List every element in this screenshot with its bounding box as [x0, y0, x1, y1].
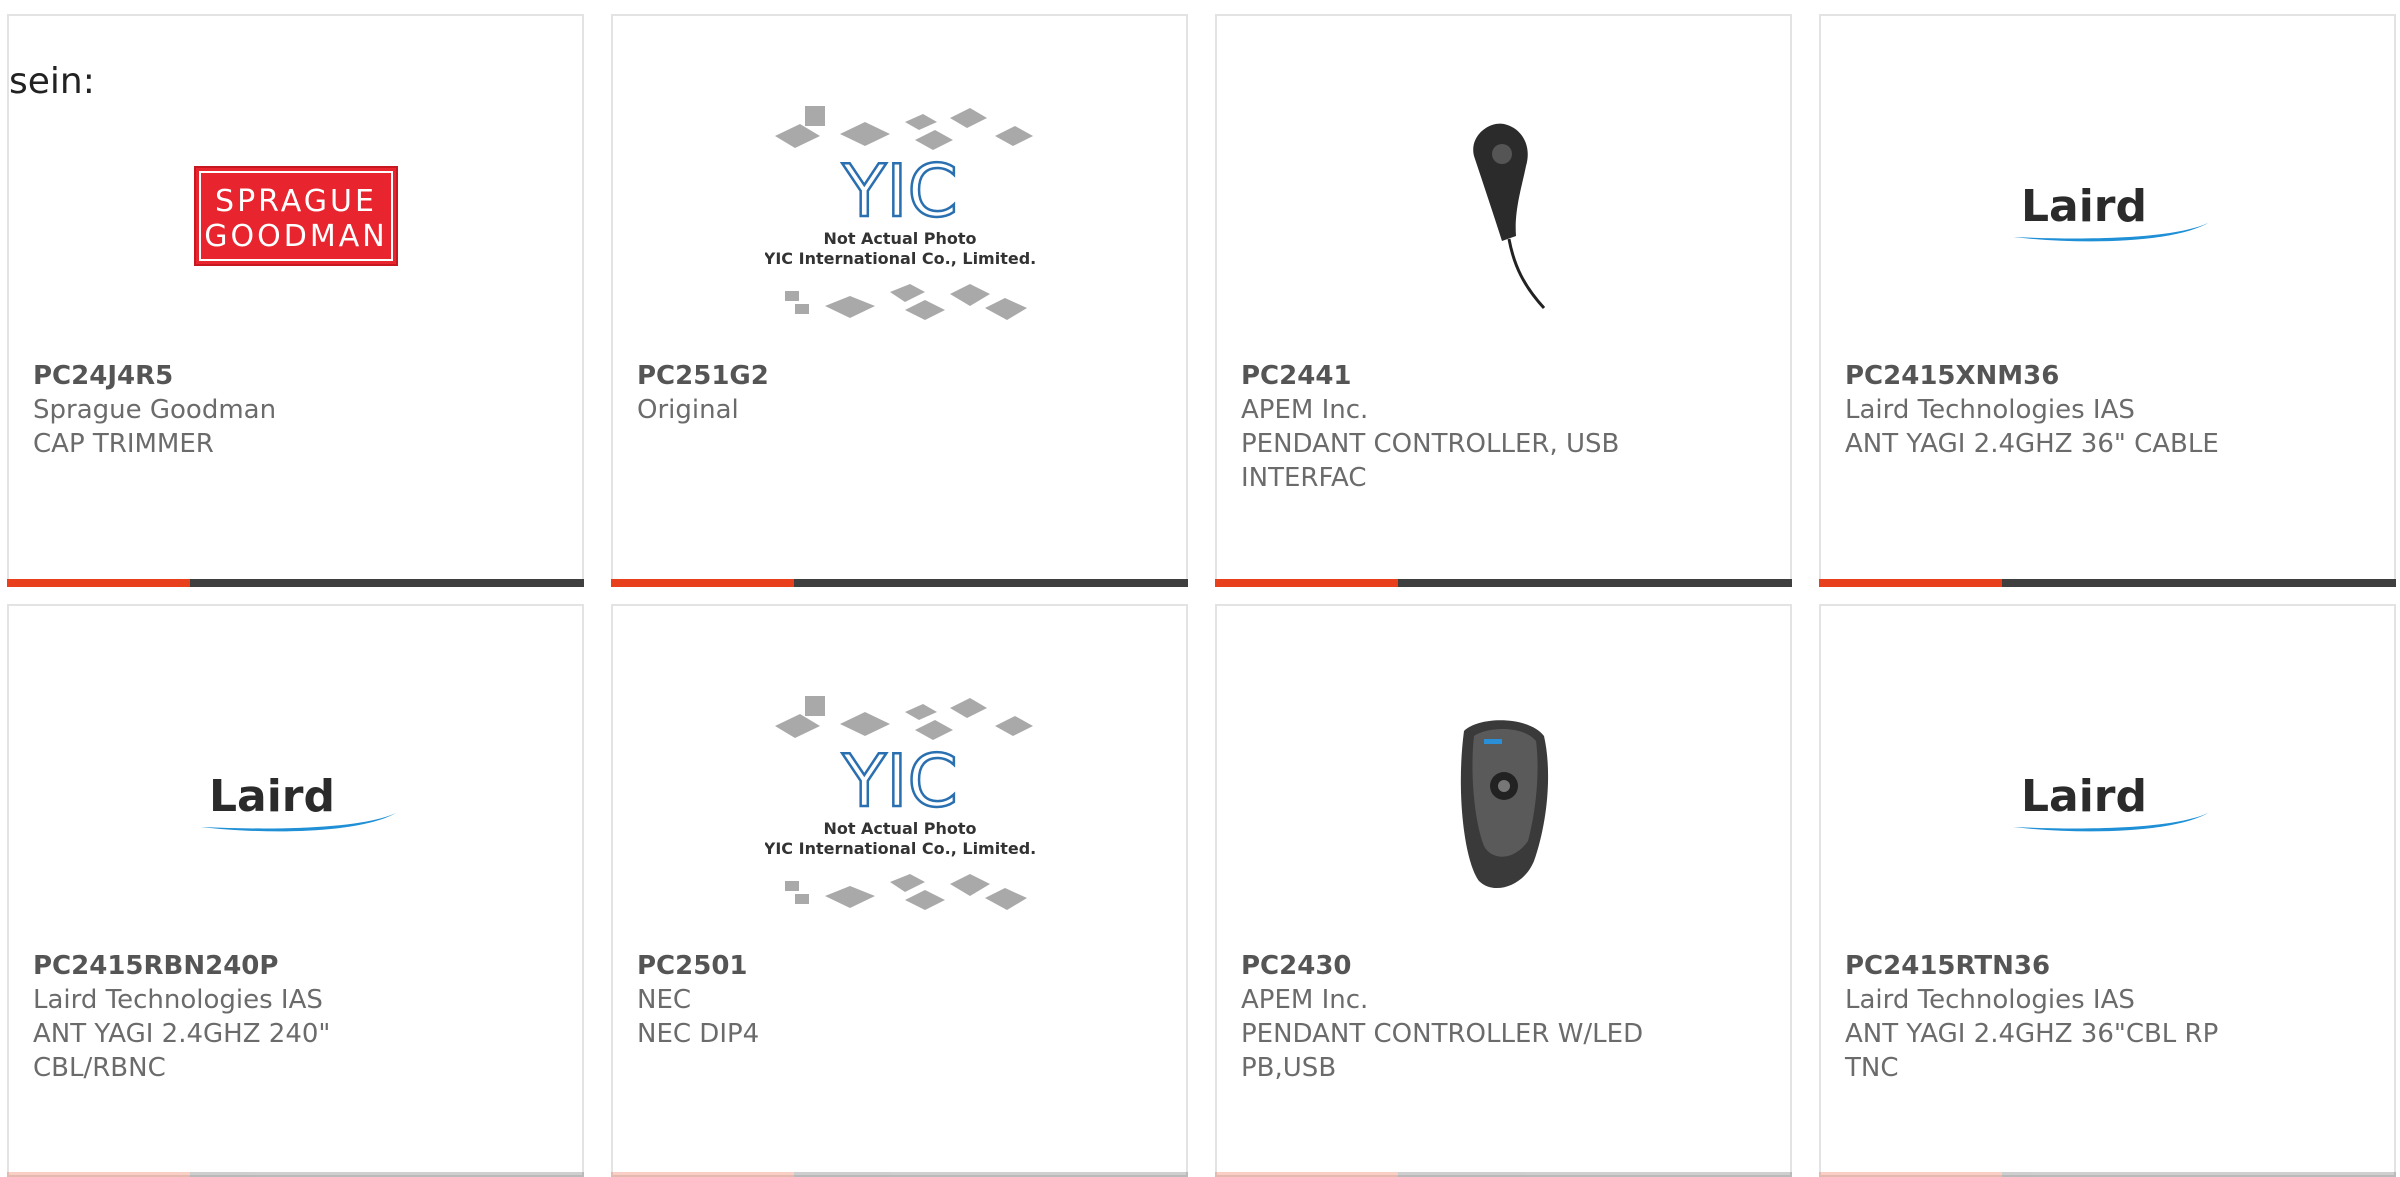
- svg-text:Not Actual Photo: Not Actual Photo: [823, 819, 976, 838]
- product-info: PC2415XNM36 Laird Technologies IAS ANT Y…: [1845, 361, 2370, 461]
- svg-text:YIC International Co., Limited: YIC International Co., Limited.: [765, 249, 1035, 268]
- product-card[interactable]: PC2441 APEM Inc. PENDANT CONTROLLER, USB…: [1215, 14, 1792, 587]
- manufacturer: APEM Inc.: [1241, 395, 1369, 425]
- svg-text:YIC International Co., Limited: YIC International Co., Limited.: [765, 839, 1035, 858]
- product-info: PC251G2 Original: [637, 361, 1162, 427]
- card-bar-accent: [1215, 579, 1398, 587]
- card-bar-accent: [611, 579, 794, 587]
- product-grid: sein: SPRAGUE GOODMAN PC24J4R5 Sprague G…: [0, 0, 2400, 1177]
- pendant-controller-led-photo: [1460, 720, 1548, 889]
- manufacturer: APEM Inc.: [1241, 985, 1369, 1015]
- manufacturer: NEC: [637, 985, 692, 1015]
- product-image[interactable]: SPRAGUE GOODMAN: [9, 66, 582, 366]
- svg-text:Laird: Laird: [209, 771, 335, 822]
- svg-text:YIC: YIC: [841, 739, 958, 823]
- product-card[interactable]: YIC Not Actual Photo YIC International C…: [611, 604, 1188, 1177]
- product-info: PC2430 APEM Inc. PENDANT CONTROLLER W/LE…: [1241, 951, 1766, 1085]
- card-bar-accent: [1819, 1172, 2002, 1177]
- part-number[interactable]: PC2501: [637, 951, 1162, 981]
- product-card[interactable]: sein: SPRAGUE GOODMAN PC24J4R5 Sprague G…: [7, 14, 584, 587]
- description: PENDANT CONTROLLER W/LED: [1241, 1019, 1644, 1049]
- product-image[interactable]: [1217, 656, 1790, 956]
- laird-logo: Laird: [2012, 771, 2208, 832]
- description: CAP TRIMMER: [33, 429, 214, 459]
- part-number[interactable]: PC2415XNM36: [1845, 361, 2370, 391]
- product-info: PC2501 NEC NEC DIP4: [637, 951, 1162, 1051]
- description: ANT YAGI 2.4GHZ 240": [33, 1019, 331, 1049]
- product-image[interactable]: YIC Not Actual Photo YIC International C…: [613, 66, 1186, 366]
- product-card[interactable]: PC2430 APEM Inc. PENDANT CONTROLLER W/LE…: [1215, 604, 1792, 1177]
- card-bar-accent: [611, 1172, 794, 1177]
- product-image[interactable]: YIC Not Actual Photo YIC International C…: [613, 656, 1186, 956]
- part-number[interactable]: PC2441: [1241, 361, 1766, 391]
- description: ANT YAGI 2.4GHZ 36" CABLE: [1845, 429, 2219, 459]
- description: NEC DIP4: [637, 1019, 760, 1049]
- laird-logo: Laird: [200, 771, 396, 832]
- part-number[interactable]: PC2415RTN36: [1845, 951, 2370, 981]
- card-bottom-bar: [1819, 1172, 2396, 1177]
- manufacturer: Laird Technologies IAS: [1845, 985, 2135, 1015]
- product-image[interactable]: Laird: [1821, 66, 2394, 366]
- product-card[interactable]: YIC Not Actual Photo YIC International C…: [611, 14, 1188, 587]
- part-number[interactable]: PC24J4R5: [33, 361, 558, 391]
- product-image[interactable]: [1217, 66, 1790, 366]
- product-image[interactable]: Laird: [1821, 656, 2394, 956]
- product-card[interactable]: Laird PC2415XNM36 Laird Technologies IAS…: [1819, 14, 2396, 587]
- description-continued: TNC: [1845, 1053, 1899, 1083]
- description-continued: CBL/RBNC: [33, 1053, 166, 1083]
- manufacturer: Laird Technologies IAS: [1845, 395, 2135, 425]
- yic-placeholder-image: YIC Not Actual Photo YIC International C…: [765, 106, 1035, 320]
- manufacturer: Sprague Goodman: [33, 395, 277, 425]
- sprague-goodman-logo: SPRAGUE GOODMAN: [193, 166, 398, 266]
- product-image[interactable]: Laird: [9, 656, 582, 956]
- product-card[interactable]: Laird PC2415RBN240P Laird Technologies I…: [7, 604, 584, 1177]
- part-number[interactable]: PC2415RBN240P: [33, 951, 558, 981]
- svg-text:SPRAGUE: SPRAGUE: [215, 184, 377, 219]
- svg-text:YIC: YIC: [841, 149, 958, 233]
- part-number[interactable]: PC251G2: [637, 361, 1162, 391]
- product-info: PC2415RTN36 Laird Technologies IAS ANT Y…: [1845, 951, 2370, 1085]
- product-info: PC2441 APEM Inc. PENDANT CONTROLLER, USB…: [1241, 361, 1766, 495]
- description: PENDANT CONTROLLER, USB: [1241, 429, 1620, 459]
- card-bar-accent: [7, 1172, 190, 1177]
- manufacturer: Laird Technologies IAS: [33, 985, 323, 1015]
- card-bottom-bar: [611, 1172, 1188, 1177]
- card-bottom-bar: [7, 579, 584, 587]
- card-bottom-bar: [7, 1172, 584, 1177]
- svg-text:Laird: Laird: [2021, 181, 2147, 232]
- yic-placeholder-image: YIC Not Actual Photo YIC International C…: [765, 696, 1035, 910]
- card-bar-accent: [1215, 1172, 1398, 1177]
- card-bottom-bar: [1215, 1172, 1792, 1177]
- pendant-controller-photo: [1472, 123, 1545, 310]
- product-info: PC24J4R5 Sprague Goodman CAP TRIMMER: [33, 361, 558, 461]
- product-info: PC2415RBN240P Laird Technologies IAS ANT…: [33, 951, 558, 1085]
- card-bar-accent: [1819, 579, 2002, 587]
- svg-text:Laird: Laird: [2021, 771, 2147, 822]
- product-card[interactable]: Laird PC2415RTN36 Laird Technologies IAS…: [1819, 604, 2396, 1177]
- card-bottom-bar: [1215, 579, 1792, 587]
- description-continued: PB,USB: [1241, 1053, 1337, 1083]
- description-continued: INTERFAC: [1241, 463, 1367, 493]
- svg-text:GOODMAN: GOODMAN: [204, 219, 387, 254]
- laird-logo: Laird: [2012, 181, 2208, 242]
- description: ANT YAGI 2.4GHZ 36"CBL RP: [1845, 1019, 2219, 1049]
- card-bottom-bar: [1819, 579, 2396, 587]
- card-bar-accent: [7, 579, 190, 587]
- manufacturer: Original: [637, 395, 739, 425]
- svg-text:Not Actual Photo: Not Actual Photo: [823, 229, 976, 248]
- card-bottom-bar: [611, 579, 1188, 587]
- part-number[interactable]: PC2430: [1241, 951, 1766, 981]
